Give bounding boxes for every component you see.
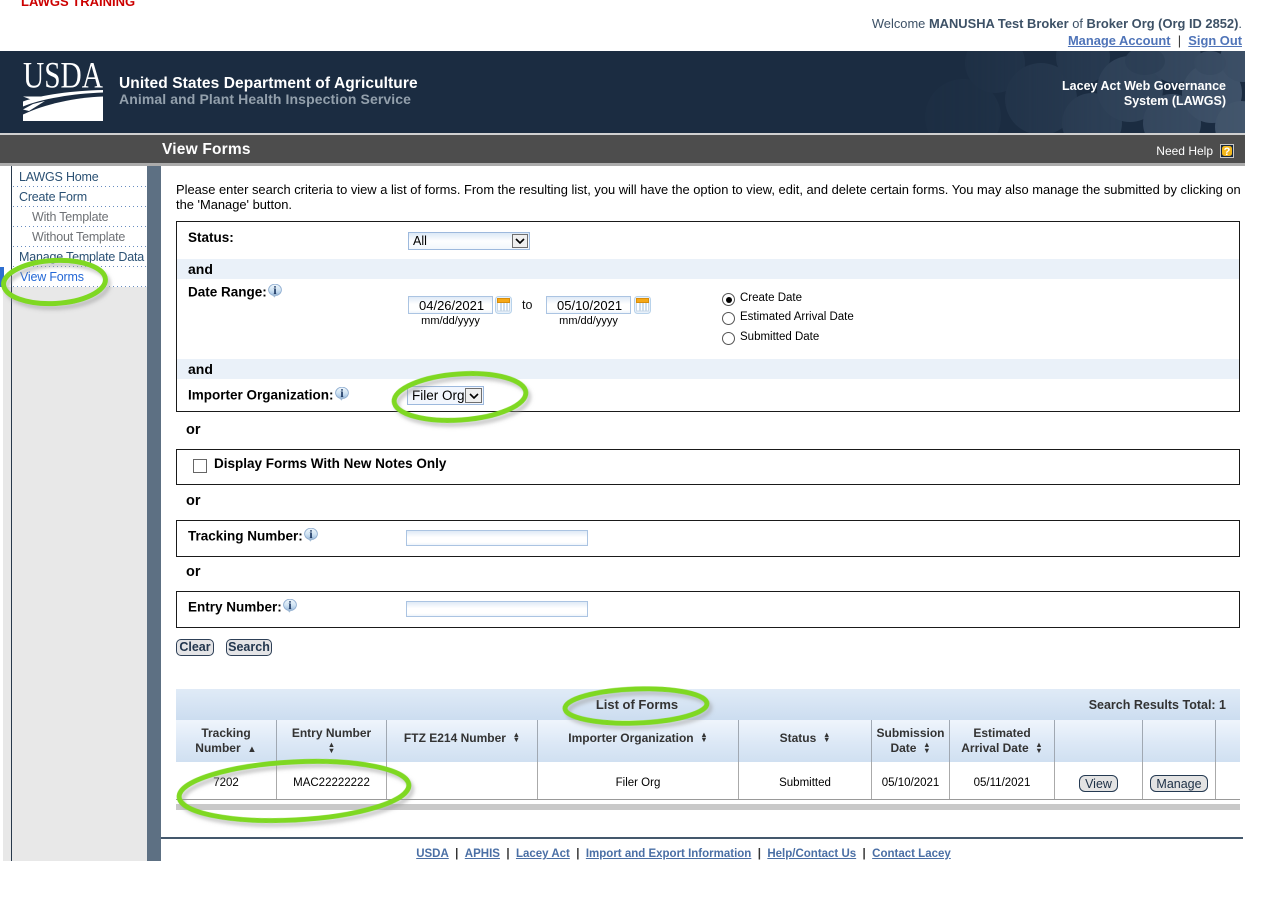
svg-text:?: ? xyxy=(1224,146,1231,158)
